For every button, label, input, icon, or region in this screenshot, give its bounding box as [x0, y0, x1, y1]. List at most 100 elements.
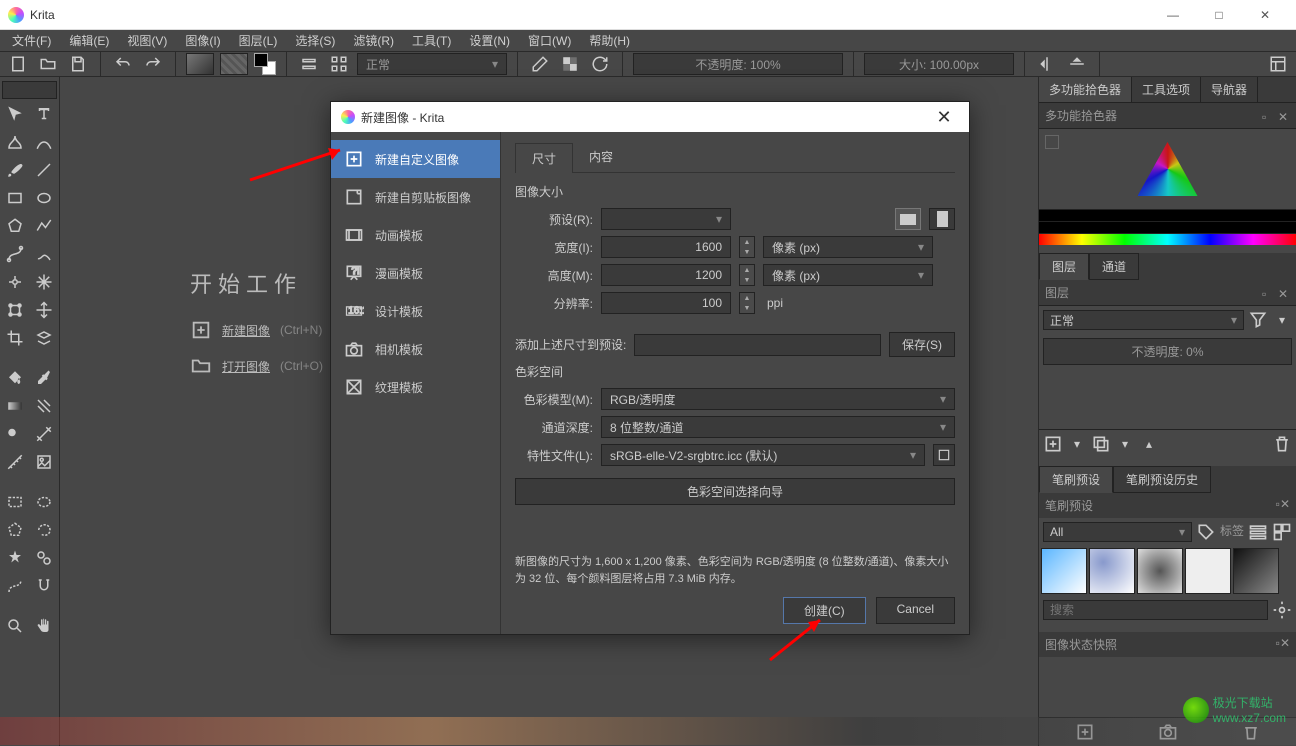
landscape-button[interactable]	[895, 208, 921, 230]
hue-strip[interactable]	[1039, 233, 1296, 245]
lasso-select-tool-icon[interactable]	[31, 517, 57, 543]
resolution-input[interactable]: 100	[601, 292, 731, 314]
menu-window[interactable]: 窗口(W)	[520, 30, 579, 51]
bezier-tool-icon[interactable]	[2, 241, 28, 267]
minimize-button[interactable]: —	[1150, 0, 1196, 30]
zoom-tool-icon[interactable]	[2, 613, 28, 639]
brush-preset-4[interactable]	[1185, 548, 1231, 594]
brush-preset-5[interactable]	[1233, 548, 1279, 594]
layer-blend-select[interactable]: 正常▾	[1043, 310, 1244, 330]
pan-tool-icon[interactable]	[31, 613, 57, 639]
create-button[interactable]: 创建(C)	[783, 597, 866, 624]
transform-tool-icon[interactable]	[2, 297, 28, 323]
start-new-image-link[interactable]: 新建图像 (Ctrl+N)	[190, 319, 323, 341]
toolbox-tab-handle[interactable]	[2, 81, 57, 99]
tab-tool-options[interactable]: 工具选项	[1132, 77, 1201, 102]
reference-tool-icon[interactable]	[31, 449, 57, 475]
menu-view[interactable]: 视图(V)	[119, 30, 175, 51]
menu-layer[interactable]: 图层(L)	[231, 30, 286, 51]
brush-preset-3[interactable]	[1137, 548, 1183, 594]
mirror-h-icon[interactable]	[1035, 52, 1059, 76]
undo-icon[interactable]	[111, 52, 135, 76]
blend-mode-select[interactable]: 正常▾	[357, 53, 507, 75]
magnetic-select-tool-icon[interactable]	[31, 573, 57, 599]
brush-search-input[interactable]	[1043, 600, 1268, 620]
preset-select[interactable]: ▾	[601, 208, 731, 230]
dialog-titlebar[interactable]: 新建图像 - Krita ✕	[331, 102, 969, 132]
new-file-icon[interactable]	[6, 52, 30, 76]
fill-tool-icon[interactable]	[2, 365, 28, 391]
measure-tool-icon[interactable]	[2, 449, 28, 475]
layer-up-icon[interactable]: ▴	[1139, 434, 1159, 454]
brush-tag-icon[interactable]	[1196, 522, 1216, 542]
redo-icon[interactable]	[141, 52, 165, 76]
sidebar-item-camera[interactable]: 相机模板	[331, 330, 500, 368]
menu-filter[interactable]: 滤镜(R)	[345, 30, 402, 51]
pattern-swatch[interactable]	[220, 53, 248, 75]
ellipse-select-tool-icon[interactable]	[31, 489, 57, 515]
save-icon[interactable]	[66, 52, 90, 76]
height-spinner[interactable]: ▲▼	[739, 264, 755, 286]
brush-tool-icon[interactable]	[2, 157, 28, 183]
menu-tools[interactable]: 工具(T)	[404, 30, 459, 51]
sidebar-item-texture[interactable]: 纹理模板	[331, 368, 500, 406]
open-folder-icon[interactable]	[36, 52, 60, 76]
width-unit-select[interactable]: 像素 (px)▾	[763, 236, 933, 258]
tab-channels[interactable]: 通道	[1089, 253, 1139, 280]
dynamic-brush-tool-icon[interactable]	[2, 269, 28, 295]
profile-browse-icon[interactable]	[933, 444, 955, 466]
resolution-spinner[interactable]: ▲▼	[739, 292, 755, 314]
color-strip-1[interactable]	[1039, 209, 1296, 221]
crop-tool-icon[interactable]	[2, 325, 28, 351]
menu-settings[interactable]: 设置(N)	[461, 30, 518, 51]
layer-filter-icon[interactable]	[1248, 310, 1268, 330]
color-strip-2[interactable]	[1039, 221, 1296, 233]
opacity-slider[interactable]: 不透明度: 100%	[633, 53, 843, 75]
brush-filter-select[interactable]: All▾	[1043, 522, 1192, 542]
reload-brush-icon[interactable]	[588, 52, 612, 76]
picker-settings-icon[interactable]	[1045, 135, 1059, 149]
panel-close-icon[interactable]: ✕	[1278, 110, 1290, 122]
width-input[interactable]: 1600	[601, 236, 731, 258]
poly-select-tool-icon[interactable]	[2, 517, 28, 543]
polyline-tool-icon[interactable]	[31, 213, 57, 239]
layer-list[interactable]	[1039, 369, 1296, 429]
color-model-select[interactable]: RGB/透明度▾	[601, 388, 955, 410]
calligraphy-tool-icon[interactable]	[31, 129, 57, 155]
freehand-path-tool-icon[interactable]	[31, 241, 57, 267]
alpha-lock-icon[interactable]	[558, 52, 582, 76]
cancel-button[interactable]: Cancel	[876, 597, 955, 624]
sidebar-item-clipboard[interactable]: 新建自剪贴板图像	[331, 178, 500, 216]
brush-thumb-icon[interactable]	[1272, 522, 1292, 542]
polygon-tool-icon[interactable]	[2, 213, 28, 239]
height-unit-select[interactable]: 像素 (px)▾	[763, 264, 933, 286]
sidebar-item-custom[interactable]: 新建自定义图像	[331, 140, 500, 178]
sidebar-item-design[interactable]: 16:10 设计模板	[331, 292, 500, 330]
move-tool-icon[interactable]	[2, 101, 28, 127]
layer-down-icon[interactable]: ▾	[1115, 434, 1135, 454]
assistant-tool-icon[interactable]	[31, 421, 57, 447]
similar-select-tool-icon[interactable]	[31, 545, 57, 571]
tab-content[interactable]: 内容	[573, 142, 629, 172]
bit-depth-select[interactable]: 8 位整数/通道▾	[601, 416, 955, 438]
layer-add-icon[interactable]	[1043, 434, 1063, 454]
menu-select[interactable]: 选择(S)	[287, 30, 343, 51]
dialog-close-button[interactable]: ✕	[929, 107, 959, 128]
gradient-swatch[interactable]	[186, 53, 214, 75]
menu-image[interactable]: 图像(I)	[177, 30, 228, 51]
tab-brush-history[interactable]: 笔刷预设历史	[1113, 466, 1211, 493]
menu-help[interactable]: 帮助(H)	[581, 30, 638, 51]
brush-close-icon[interactable]: ✕	[1280, 497, 1290, 511]
line-tool-icon[interactable]	[31, 157, 57, 183]
layers-float-icon[interactable]: ▫	[1262, 287, 1274, 299]
layer-opacity-slider[interactable]: 不透明度: 0%	[1043, 338, 1292, 365]
preset-name-input[interactable]	[634, 334, 881, 356]
shape-edit-tool-icon[interactable]	[2, 129, 28, 155]
rect-select-tool-icon[interactable]	[2, 489, 28, 515]
tab-navigator[interactable]: 导航器	[1201, 77, 1258, 102]
sidebar-item-comic[interactable]: ?! 漫画模板	[331, 254, 500, 292]
colorspace-wizard-button[interactable]: 色彩空间选择向导	[515, 478, 955, 505]
tab-dimensions[interactable]: 尺寸	[515, 143, 573, 173]
tab-brush-presets[interactable]: 笔刷预设	[1039, 466, 1113, 493]
rectangle-tool-icon[interactable]	[2, 185, 28, 211]
